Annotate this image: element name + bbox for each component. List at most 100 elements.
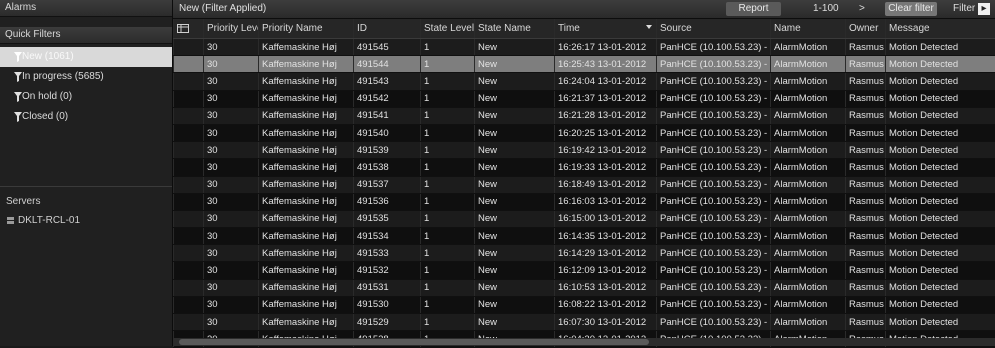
cell-state-name: New (474, 314, 554, 331)
column-header-state-name[interactable]: State Name (474, 19, 554, 38)
horizontal-scrollbar[interactable] (173, 338, 995, 346)
filter-button[interactable]: Filter (953, 3, 975, 14)
cell-state-name: New (474, 159, 554, 176)
cell-id: 491539 (353, 142, 420, 159)
table-row[interactable]: 30 Kaffemaskine Høj 491541 1 New 16:21:28 13-… (173, 107, 995, 125)
quick-filter-item[interactable]: New (1061) (0, 47, 172, 67)
column-header-message[interactable]: Message (885, 19, 995, 38)
cell-time: 16:08:22 13-01-2012 (554, 296, 656, 313)
cell-source: PanHCE (10.100.53.23) - (656, 124, 770, 142)
cell-message: Motion Detected (885, 176, 995, 193)
cell-priority-name: Kaffemaskine Høj (258, 159, 353, 176)
cell-priority-level: 30 (203, 90, 258, 107)
cell-state-level: 1 (420, 193, 474, 210)
cell-priority-name: Kaffemaskine Høj (258, 107, 353, 124)
cell-id: 491534 (353, 228, 420, 245)
cell-state-level: 1 (420, 73, 474, 90)
cell-owner: Rasmus ( (845, 296, 885, 313)
table-row[interactable]: 30 Kaffemaskine Høj 491529 1 New 16:07:30 13-… (173, 314, 995, 332)
row-icon-cell (173, 56, 203, 73)
table-row[interactable]: 30 Kaffemaskine Høj 491531 1 New 16:10:53 13-… (173, 279, 995, 297)
cell-state-name: New (474, 245, 554, 262)
table-row[interactable]: 30 Kaffemaskine Høj 491533 1 New 16:14:29 13-… (173, 245, 995, 263)
alarms-panel-title: Alarms (0, 0, 172, 17)
table-row[interactable]: 30 Kaffemaskine Høj 491532 1 New 16:12:09 13-… (173, 262, 995, 280)
table-row[interactable]: 30 Kaffemaskine Høj 491538 1 New 16:19:33 13-… (173, 159, 995, 177)
cell-priority-level: 30 (203, 56, 258, 73)
column-header-id[interactable]: ID (353, 19, 420, 38)
cell-owner: Rasmus ( (845, 193, 885, 210)
cell-priority-name: Kaffemaskine Høj (258, 279, 353, 296)
cell-id: 491529 (353, 314, 420, 331)
column-header-priority-name[interactable]: Priority Name (258, 19, 353, 38)
cell-owner: Rasmus ( (845, 124, 885, 142)
clear-filter-button[interactable]: Clear filter (885, 2, 937, 16)
cell-priority-name: Kaffemaskine Høj (258, 296, 353, 313)
table-row[interactable]: 30 Kaffemaskine Høj 491543 1 New 16:24:04 13-… (173, 73, 995, 91)
cell-id: 491543 (353, 73, 420, 90)
cell-message: Motion Detected (885, 262, 995, 279)
table-row[interactable]: 30 Kaffemaskine Høj 491537 1 New 16:18:49 13-… (173, 176, 995, 194)
cell-state-name: New (474, 210, 554, 228)
cell-source: PanHCE (10.100.53.23) - (656, 245, 770, 262)
table-row[interactable]: 30 Kaffemaskine Høj 491544 1 New 16:25:43 13-… (173, 56, 995, 74)
row-icon-cell (173, 245, 203, 262)
cell-time: 16:24:04 13-01-2012 (554, 73, 656, 90)
cell-state-name: New (474, 176, 554, 193)
servers-header: Servers (6, 196, 41, 207)
cell-id: 491530 (353, 296, 420, 313)
report-button[interactable]: Report (726, 2, 781, 16)
next-page-button[interactable]: > (859, 3, 865, 14)
cell-name: AlarmMotion (770, 296, 845, 313)
table-row[interactable]: 30 Kaffemaskine Høj 491530 1 New 16:08:22 13-… (173, 296, 995, 314)
row-icon-cell (173, 296, 203, 313)
cell-priority-name: Kaffemaskine Høj (258, 314, 353, 331)
table-row[interactable]: 30 Kaffemaskine Høj 491542 1 New 16:21:37 13-… (173, 90, 995, 108)
cell-priority-name: Kaffemaskine Høj (258, 193, 353, 210)
column-header-name[interactable]: Name (770, 19, 845, 38)
cell-owner: Rasmus ( (845, 228, 885, 245)
cell-state-name: New (474, 107, 554, 124)
cell-state-level: 1 (420, 279, 474, 296)
funnel-icon (14, 112, 22, 122)
table-row[interactable]: 30 Kaffemaskine Høj 491540 1 New 16:20:25 13-… (173, 124, 995, 143)
quick-filter-item[interactable]: In progress (5685) (0, 67, 172, 87)
table-row[interactable]: 30 Kaffemaskine Høj 491534 1 New 16:14:35 13-… (173, 228, 995, 246)
cell-owner: Rasmus ( (845, 279, 885, 296)
column-header-priority-level[interactable]: Priority Level (203, 19, 258, 38)
cell-priority-name: Kaffemaskine Høj (258, 228, 353, 245)
column-header-time[interactable]: Time (554, 19, 656, 38)
cell-owner: Rasmus ( (845, 39, 885, 56)
cell-source: PanHCE (10.100.53.23) - (656, 56, 770, 73)
cell-source: PanHCE (10.100.53.23) - (656, 142, 770, 159)
cell-owner: Rasmus ( (845, 142, 885, 159)
scrollbar-thumb[interactable] (179, 339, 649, 345)
table-row[interactable]: 30 Kaffemaskine Høj 491535 1 New 16:15:00 13-… (173, 210, 995, 229)
column-header-state-level[interactable]: State Level (420, 19, 474, 38)
cell-state-level: 1 (420, 296, 474, 313)
cell-priority-level: 30 (203, 262, 258, 279)
column-header-icon[interactable] (173, 19, 203, 38)
column-header-source[interactable]: Source (656, 19, 770, 38)
table-row[interactable]: 30 Kaffemaskine Høj 491539 1 New 16:19:42 13-… (173, 142, 995, 160)
cell-state-level: 1 (420, 210, 474, 228)
cell-id: 491540 (353, 124, 420, 142)
column-header-owner[interactable]: Owner (845, 19, 885, 38)
cell-name: AlarmMotion (770, 245, 845, 262)
cell-name: AlarmMotion (770, 193, 845, 210)
quick-filter-item[interactable]: Closed (0) (0, 107, 172, 127)
table-row[interactable]: 30 Kaffemaskine Høj 491545 1 New 16:26:17 13-… (173, 39, 995, 57)
row-icon-cell (173, 193, 203, 210)
row-icon-cell (173, 90, 203, 107)
table-row[interactable]: 30 Kaffemaskine Høj 491536 1 New 16:16:03 13-… (173, 193, 995, 211)
quick-filter-label: In progress (5685) (22, 71, 104, 82)
cell-state-level: 1 (420, 262, 474, 279)
cell-priority-name: Kaffemaskine Høj (258, 90, 353, 107)
expand-panel-icon[interactable]: ▸ (978, 3, 990, 15)
cell-state-level: 1 (420, 228, 474, 245)
quick-filter-item[interactable]: On hold (0) (0, 87, 172, 107)
funnel-icon (14, 72, 22, 82)
cell-state-level: 1 (420, 142, 474, 159)
cell-time: 16:26:17 13-01-2012 (554, 39, 656, 56)
server-item[interactable]: DKLT-RCL-01 (6, 215, 80, 226)
